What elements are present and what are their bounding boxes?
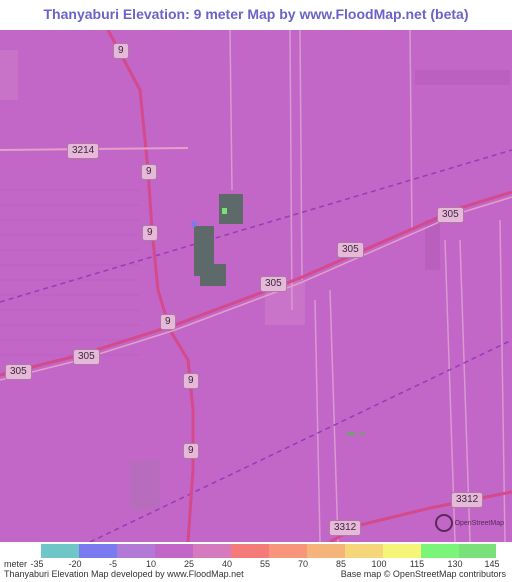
legend-swatch bbox=[155, 544, 193, 558]
road-shield-305: 305 bbox=[260, 276, 287, 292]
legend-swatch bbox=[79, 544, 117, 558]
legend-swatch bbox=[193, 544, 231, 558]
osm-logo-text: OpenStreetMap bbox=[454, 519, 504, 527]
legend-tick: 55 bbox=[259, 559, 270, 569]
legend-swatch bbox=[269, 544, 307, 558]
footer-credit[interactable]: Thanyaburi Elevation Map developed by ww… bbox=[4, 569, 244, 579]
map-title: Thanyaburi Elevation: 9 meter Map by www… bbox=[0, 0, 512, 30]
road-shield-3312: 3312 bbox=[451, 492, 484, 508]
road-shield-9: 9 bbox=[183, 443, 199, 459]
legend-tick: 85 bbox=[335, 559, 346, 569]
legend-tick: 25 bbox=[183, 559, 194, 569]
legend-tick: 130 bbox=[447, 559, 463, 569]
road-shield-305: 305 bbox=[73, 349, 100, 365]
legend-tick: 145 bbox=[484, 559, 500, 569]
legend-swatch bbox=[117, 544, 155, 558]
road-shield-9: 9 bbox=[160, 314, 176, 330]
elevation-legend: meter -35 -20 -5 10 25 40 55 70 85 100 1… bbox=[0, 542, 512, 569]
legend-swatch bbox=[383, 544, 421, 558]
road-shield-305: 305 bbox=[437, 207, 464, 223]
elevation-map[interactable]: 9 3214 9 9 305 305 9 305 305 305 9 9 331… bbox=[0, 30, 512, 542]
road-shield-3214: 3214 bbox=[67, 143, 100, 159]
legend-swatch bbox=[41, 544, 79, 558]
road-shield-9: 9 bbox=[141, 164, 157, 180]
legend-swatch bbox=[345, 544, 383, 558]
legend-tick: 40 bbox=[221, 559, 232, 569]
road-shield-305: 305 bbox=[5, 364, 32, 380]
legend-swatch bbox=[231, 544, 269, 558]
legend-tick: 115 bbox=[409, 559, 425, 569]
road-shield-9: 9 bbox=[183, 373, 199, 389]
map-canvas bbox=[0, 30, 512, 542]
legend-tick: 100 bbox=[371, 559, 387, 569]
road-shield-9: 9 bbox=[142, 225, 158, 241]
legend-tick: 70 bbox=[297, 559, 308, 569]
legend-swatch bbox=[459, 544, 496, 558]
road-shield-9: 9 bbox=[113, 43, 129, 59]
legend-tick: -5 bbox=[108, 559, 117, 569]
openstreetmap-logo: OpenStreetMap bbox=[434, 514, 504, 532]
magnifier-icon bbox=[434, 514, 453, 532]
legend-tick: 10 bbox=[145, 559, 156, 569]
road-shield-305: 305 bbox=[337, 242, 364, 258]
legend-tick: -35 bbox=[30, 559, 44, 569]
legend-swatch bbox=[421, 544, 459, 558]
road-shield-3312: 3312 bbox=[329, 520, 362, 536]
legend-tick: -20 bbox=[68, 559, 82, 569]
footer-attribution[interactable]: Base map © OpenStreetMap contributors bbox=[341, 569, 506, 579]
legend-swatch bbox=[307, 544, 345, 558]
footer: Thanyaburi Elevation Map developed by ww… bbox=[0, 569, 512, 582]
